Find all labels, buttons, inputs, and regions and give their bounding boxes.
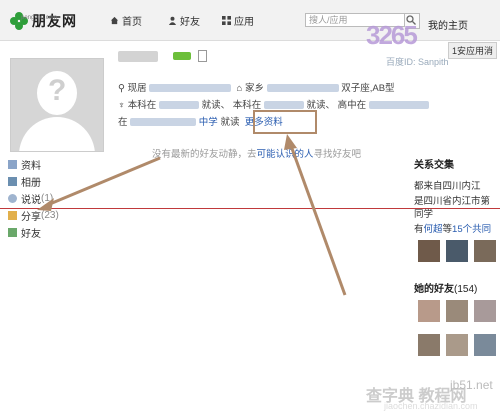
friend-avatar[interactable] — [418, 334, 440, 356]
line4-mid: 等 — [442, 224, 453, 235]
her-friends-count: (154) — [454, 284, 478, 295]
friend-avatar[interactable] — [446, 240, 468, 262]
friend-avatar[interactable] — [446, 300, 468, 322]
friend-avatar[interactable] — [418, 240, 440, 262]
her-friends-label: 她的好友 — [414, 284, 454, 295]
arrow-head-up — [284, 134, 297, 150]
relations-line-1: 都来自四川内江 — [414, 181, 481, 192]
relations-line-3: 同学 — [414, 209, 434, 220]
friend-avatar[interactable] — [474, 240, 496, 262]
relations-title: 关系交集 — [414, 160, 454, 171]
line4-pre: 有 — [414, 224, 424, 235]
watermark-url: jiaochen.chazidian.com — [384, 401, 478, 411]
arrow-head-left — [37, 198, 54, 211]
relations-line-4: 有何超等15个共同 — [414, 221, 491, 235]
common-friends-count-link[interactable]: 15个共同 — [452, 224, 491, 235]
friend-avatar[interactable] — [474, 334, 496, 356]
relations-line-2: 是四川省内江市第 — [414, 193, 490, 207]
friend-avatar[interactable] — [446, 334, 468, 356]
watermark-site: jb51.net — [450, 378, 493, 392]
common-friend-link[interactable]: 何超 — [424, 224, 443, 235]
friend-avatar[interactable] — [474, 300, 496, 322]
friend-avatar[interactable] — [418, 300, 440, 322]
her-friends-title: 她的好友(154) — [414, 280, 477, 295]
